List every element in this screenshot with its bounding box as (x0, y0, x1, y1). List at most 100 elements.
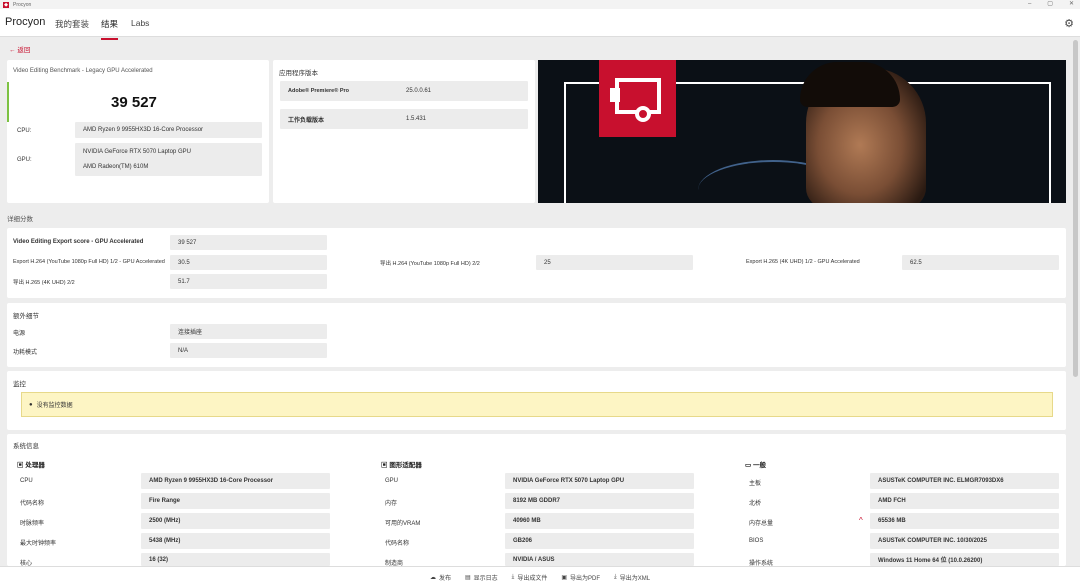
sys-cpu-value-2: 2500 (MHz) (141, 513, 330, 529)
no-monitoring-text: 没有监控数据 (36, 403, 73, 409)
sys-gpu-value-2: 40960 MB (505, 513, 694, 529)
arrow-left-icon: ← (9, 47, 16, 54)
power-mode-label: 功耗模式 (13, 350, 38, 356)
sys-gen-value-4: Windows 11 Home 64 位 (10.0.26200) (870, 553, 1059, 566)
back-link[interactable]: ← 返回 (9, 44, 30, 54)
app-version-row-workload: 工作负载版本 1.5.431 (280, 109, 528, 129)
sys-gpu-label-1: 内存 (385, 501, 398, 507)
publish-button[interactable]: ☁ 发布 (430, 573, 451, 582)
hero-image (538, 60, 1066, 203)
close-button[interactable]: ✕ (1069, 0, 1074, 9)
hero-logo-box (599, 60, 676, 137)
brand-name: Procyon (5, 16, 46, 28)
info-icon: ● (29, 401, 33, 408)
app-version-title: 应用程序版本 (279, 70, 318, 77)
sys-gen-label-0: 主板 (749, 481, 762, 487)
details-main-label: Video Editing Export score - GPU Acceler… (13, 239, 144, 245)
monitor-icon: ▭ (745, 462, 753, 469)
sys-gen-value-3: ASUSTeK COMPUTER INC. 10/30/2025 (870, 533, 1059, 549)
nav-my-suites[interactable]: 我的套装 (55, 18, 89, 30)
system-info-title: 系统信息 (13, 443, 39, 450)
system-info-panel: 系统信息 ▣ 处理器 CPU AMD Ryzen 9 9955HX3D 16-C… (7, 434, 1066, 567)
workload-version-label: 工作负载版本 (288, 117, 325, 124)
nav-results[interactable]: 结果 (101, 18, 119, 40)
app-name-premiere: Adobe® Premiere® Pro (288, 88, 349, 94)
sys-gen-label-1: 北桥 (749, 501, 762, 507)
score-accent-bar (7, 82, 9, 122)
sys-gpu-label-0: GPU (385, 478, 399, 484)
detail-label-3: Export H.265 (4K UHD) 1/2 - GPU Accelera… (746, 259, 860, 265)
detail-label-2: 导出 H.264 (YouTube 1080p Full HD) 2/2 (380, 261, 480, 267)
extra-details-panel: 额外细节 电源 连接插座 功耗模式 N/A (7, 303, 1066, 367)
chevron-up-icon[interactable]: ^ (859, 516, 863, 525)
download-icon: ⤓ (614, 573, 617, 580)
minimize-button[interactable]: – (1028, 0, 1031, 9)
sys-cpu-label-3: 最大时钟频率 (20, 541, 57, 547)
top-navbar: Procyon 我的套装 结果 Labs ⚙ (0, 9, 1080, 40)
window-titlebar: ◆ Procyon – ▢ ✕ (0, 0, 1080, 9)
bottom-action-bar: ☁ 发布 ▤ 显示日志 ⤓ 导出成文件 ▣ 导出为PDF ⤓ 导出为XML (0, 566, 1080, 587)
detail-label-1: Export H.264 (YouTube 1080p Full HD) 1/2… (13, 259, 165, 265)
monitoring-title: 监控 (13, 381, 26, 388)
back-label: 返回 (17, 47, 31, 54)
detail-label-4: 导出 H.265 (4K UHD) 2/2 (13, 280, 75, 286)
maximize-button[interactable]: ▢ (1047, 0, 1053, 9)
general-section-heading: ▭ 一般 (745, 462, 766, 469)
detail-value-4: 51.7 (170, 274, 327, 289)
download-icon: ⤓ (511, 573, 515, 580)
power-value: 连接插座 (170, 324, 327, 339)
score-panel: Video Editing Benchmark - Legacy GPU Acc… (7, 60, 269, 203)
sys-gen-value-1: AMD FCH (870, 493, 1059, 509)
video-editing-icon (610, 78, 661, 122)
benchmark-name: Video Editing Benchmark - Legacy GPU Acc… (13, 68, 153, 74)
sys-gen-value-2: 65536 MB (870, 513, 1059, 529)
power-mode-value: N/A (170, 343, 327, 358)
sys-cpu-value-4: 16 (32) (141, 553, 330, 566)
export-file-button[interactable]: ⤓ 导出成文件 (512, 573, 548, 582)
detail-value-1: 30.5 (170, 255, 327, 270)
detail-value-2: 25 (536, 255, 693, 270)
export-pdf-button[interactable]: ▣ 导出为PDF (561, 573, 600, 582)
sys-gpu-value-3: GB206 (505, 533, 694, 549)
window-title: Procyon (13, 1, 32, 8)
sys-gpu-value-4: NVIDIA / ASUS (505, 553, 694, 566)
workload-version-value: 1.5.431 (406, 116, 427, 122)
cloud-upload-icon: ☁ (429, 574, 436, 581)
app-logo-icon: ◆ (3, 1, 9, 8)
gear-icon[interactable]: ⚙ (1064, 17, 1074, 30)
app-version-panel: 应用程序版本 Adobe® Premiere® Pro 25.0.0.61 工作… (273, 60, 535, 203)
cpu-value: AMD Ryzen 9 9955HX3D 16-Core Processor (75, 122, 262, 138)
gpu-label: GPU: (17, 157, 32, 163)
sys-gpu-value-1: 8192 MB GDDR7 (505, 493, 694, 509)
export-xml-button[interactable]: ⤓ 导出为XML (614, 573, 650, 582)
extra-details-title: 额外细节 (13, 313, 39, 320)
details-main-value: 39 527 (170, 235, 327, 250)
gpu-value-1: NVIDIA GeForce RTX 5070 Laptop GPU (83, 149, 191, 155)
details-panel: Video Editing Export score - GPU Acceler… (7, 228, 1066, 298)
sys-gen-label-3: BIOS (749, 538, 764, 544)
cpu-section-heading: ▣ 处理器 (17, 462, 45, 469)
sys-cpu-label-1: 代码名称 (20, 501, 45, 507)
details-title: 详细分数 (7, 216, 33, 223)
total-score: 39 527 (111, 94, 157, 111)
gpu-section-heading: ▣ 图形适配器 (381, 462, 422, 469)
sys-cpu-label-2: 时脉频率 (20, 521, 45, 527)
nav-labs[interactable]: Labs (131, 18, 149, 28)
sys-cpu-label-0: CPU (20, 478, 33, 484)
no-monitoring-notice: ● 没有监控数据 (21, 392, 1053, 417)
app-version-premiere: 25.0.0.61 (406, 88, 432, 94)
detail-value-3: 62.5 (902, 255, 1059, 270)
sys-cpu-value-1: Fire Range (141, 493, 330, 509)
gpu-value-2: AMD Radeon(TM) 610M (83, 164, 149, 170)
gpu-values: NVIDIA GeForce RTX 5070 Laptop GPU AMD R… (75, 143, 262, 176)
power-label: 电源 (13, 331, 26, 337)
show-log-button[interactable]: ▤ 显示日志 (465, 573, 498, 582)
sys-gpu-label-3: 代码名称 (385, 541, 410, 547)
sys-cpu-value-3: 5438 (MHz) (141, 533, 330, 549)
sys-gpu-label-2: 可用的VRAM (385, 521, 421, 527)
hero-person-hair (800, 62, 900, 107)
sys-gen-value-0: ASUSTeK COMPUTER INC. ELMGR7093DX6 (870, 473, 1059, 489)
sys-cpu-value-0: AMD Ryzen 9 9955HX3D 16-Core Processor (141, 473, 330, 489)
sys-gen-label-2: 内存总量 (749, 521, 774, 527)
vertical-scrollbar[interactable] (1073, 40, 1078, 377)
